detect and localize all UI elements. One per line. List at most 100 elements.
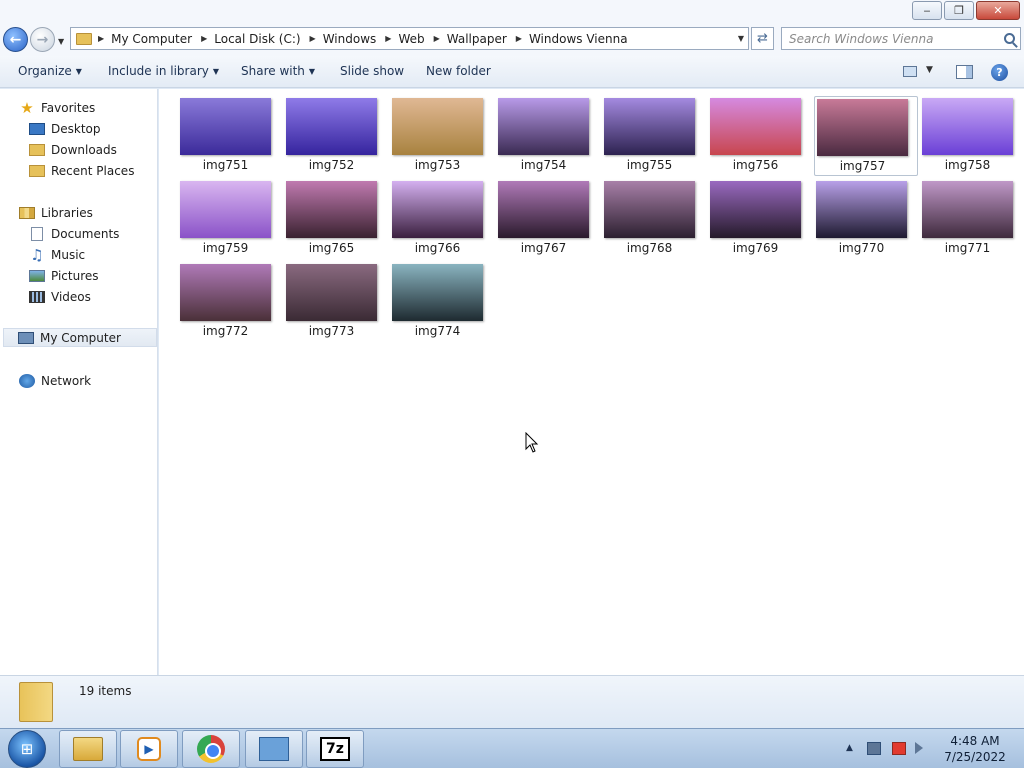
organize-label: Organize (18, 64, 72, 78)
thumbnail-image (604, 98, 695, 155)
start-button[interactable]: ⊞ (8, 730, 46, 768)
nav-recent-places[interactable]: Recent Places (29, 161, 134, 180)
network-tray-icon[interactable] (867, 742, 881, 755)
organize-menu[interactable]: Organize ▼ (18, 64, 82, 78)
nav-libraries[interactable]: Libraries (19, 203, 93, 222)
file-item[interactable]: img774 (390, 262, 494, 342)
taskbar-explorer-button[interactable] (59, 730, 117, 768)
view-options-dropdown-icon[interactable]: ▼ (926, 65, 933, 75)
nav-favorites[interactable]: ★ Favorites (19, 98, 95, 117)
file-item[interactable]: img752 (284, 96, 388, 176)
action-center-flag-icon[interactable] (892, 742, 906, 755)
refresh-button[interactable]: ⇄ (751, 27, 774, 50)
include-in-library-label: Include in library (108, 64, 209, 78)
nav-pictures[interactable]: Pictures (29, 266, 99, 285)
address-row: ← → ▼ ▶ My Computer ▶ Local Disk (C:) ▶ … (0, 24, 1024, 56)
close-button[interactable]: ✕ (976, 1, 1020, 20)
nav-network[interactable]: Network (19, 371, 91, 390)
include-in-library-menu[interactable]: Include in library ▼ (108, 64, 219, 78)
file-item[interactable]: img773 (284, 262, 388, 342)
thumbnail-image (392, 181, 483, 238)
nav-label: Documents (51, 226, 120, 241)
chevron-right-icon[interactable]: ▶ (385, 34, 391, 43)
nav-label: My Computer (40, 330, 121, 345)
nav-label: Recent Places (51, 163, 135, 178)
taskbar-control-panel-button[interactable] (245, 730, 303, 768)
nav-label: Music (51, 247, 86, 262)
preview-pane-icon[interactable] (956, 65, 973, 79)
taskbar-media-player-button[interactable]: ▶ (120, 730, 178, 768)
slide-show-button[interactable]: Slide show (340, 64, 404, 78)
control-panel-icon (259, 737, 289, 761)
file-item[interactable]: img756 (708, 96, 812, 176)
nav-my-computer[interactable]: My Computer (3, 328, 157, 347)
breadcrumb-web[interactable]: Web (398, 32, 424, 46)
change-view-icon[interactable] (903, 66, 917, 77)
breadcrumb-local-disk[interactable]: Local Disk (C:) (214, 32, 300, 46)
file-item[interactable]: img755 (602, 96, 706, 176)
clock-time: 4:48 AM (950, 734, 1000, 748)
maximize-button[interactable]: ❐ (944, 1, 974, 20)
file-name: img765 (308, 241, 355, 255)
film-strip-icon (29, 290, 45, 303)
file-item[interactable]: img765 (284, 179, 388, 259)
file-item[interactable]: img767 (496, 179, 600, 259)
chevron-right-icon[interactable]: ▶ (434, 34, 440, 43)
nav-label: Favorites (41, 100, 96, 115)
address-bar[interactable]: ▶ My Computer ▶ Local Disk (C:) ▶ Window… (70, 27, 749, 50)
system-clock[interactable]: 4:48 AM 7/25/2022 (940, 733, 1010, 765)
file-item[interactable]: img766 (390, 179, 494, 259)
navigation-pane: ★ Favorites Desktop Downloads Recent Plac… (0, 89, 158, 675)
search-box[interactable] (781, 27, 1021, 50)
taskbar-7zip-button[interactable]: 7z (306, 730, 364, 768)
minimize-button[interactable]: ‒ (912, 1, 942, 20)
file-name: img769 (732, 241, 779, 255)
file-item[interactable]: img768 (602, 179, 706, 259)
volume-icon[interactable] (915, 742, 923, 754)
mouse-cursor-icon (525, 432, 539, 453)
file-item[interactable]: img757 (814, 96, 918, 176)
file-item[interactable]: img771 (920, 179, 1024, 259)
chevron-down-icon: ▼ (308, 67, 316, 76)
search-icon[interactable] (1004, 33, 1015, 44)
network-icon (19, 373, 35, 388)
breadcrumb-my-computer[interactable]: My Computer (111, 32, 192, 46)
nav-documents[interactable]: Documents (29, 224, 119, 243)
file-name: img770 (838, 241, 885, 255)
file-item[interactable]: img769 (708, 179, 812, 259)
file-item[interactable]: img754 (496, 96, 600, 176)
forward-button[interactable]: → (30, 27, 55, 52)
file-name: img771 (944, 241, 991, 255)
file-item[interactable]: img759 (178, 179, 282, 259)
file-name: img752 (308, 158, 355, 172)
breadcrumb-wallpaper[interactable]: Wallpaper (447, 32, 507, 46)
file-name: img751 (202, 158, 249, 172)
pictures-icon (29, 269, 45, 282)
folder-icon (19, 682, 53, 722)
nav-downloads[interactable]: Downloads (29, 140, 117, 159)
chevron-right-icon[interactable]: ▶ (98, 34, 104, 43)
thumbnail-image (392, 98, 483, 155)
help-icon[interactable]: ? (991, 64, 1008, 81)
new-folder-button[interactable]: New folder (426, 64, 491, 78)
file-item[interactable]: img770 (814, 179, 918, 259)
search-input[interactable] (782, 28, 992, 49)
share-with-menu[interactable]: Share with ▼ (241, 64, 315, 78)
file-item[interactable]: img772 (178, 262, 282, 342)
chevron-right-icon[interactable]: ▶ (201, 34, 207, 43)
back-button[interactable]: ← (3, 27, 28, 52)
taskbar-chrome-button[interactable] (182, 730, 240, 768)
breadcrumb-windows[interactable]: Windows (323, 32, 377, 46)
file-item[interactable]: img753 (390, 96, 494, 176)
recent-pages-dropdown-icon[interactable]: ▼ (58, 37, 64, 46)
nav-music[interactable]: ♫ Music (29, 245, 85, 264)
show-hidden-icons-icon[interactable]: ▲ (846, 743, 853, 753)
nav-videos[interactable]: Videos (29, 287, 91, 306)
breadcrumb-windows-vienna[interactable]: Windows Vienna (529, 32, 628, 46)
file-item[interactable]: img751 (178, 96, 282, 176)
chevron-right-icon[interactable]: ▶ (310, 34, 316, 43)
address-dropdown-icon[interactable]: ▼ (738, 34, 744, 43)
file-item[interactable]: img758 (920, 96, 1024, 176)
nav-desktop[interactable]: Desktop (29, 119, 101, 138)
chevron-right-icon[interactable]: ▶ (516, 34, 522, 43)
